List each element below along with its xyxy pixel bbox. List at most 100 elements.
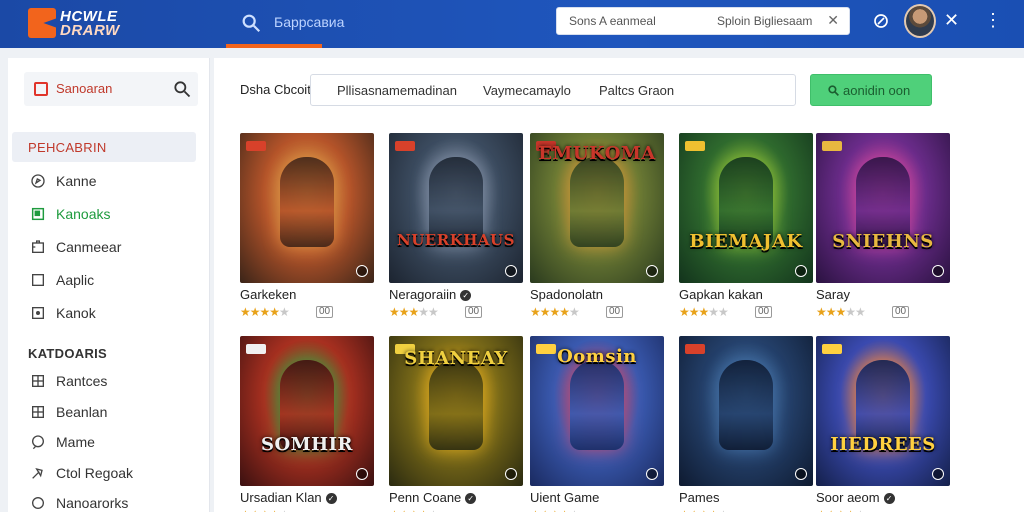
sidebar-item-4[interactable]: Aaplic [26,269,206,293]
filter-chip[interactable]: Pllisasnamemadinan [337,83,457,98]
sidebar-item-5[interactable]: Kanok [26,302,206,326]
game-thumbnail[interactable]: SOMHIR [240,336,374,486]
info-icon [932,265,944,277]
sidebar-category-label: Nanoarorks [56,495,129,511]
filter-chip[interactable]: Vaymecamaylo [483,83,571,98]
sidebar-item-3[interactable]: Canmeear [26,236,206,260]
star-rating: ★★★★★ [816,305,866,319]
game-thumbnail[interactable]: EMUKOMA [530,133,664,283]
search-icon[interactable] [240,12,262,34]
info-icon [646,468,658,480]
top-search-tab[interactable]: Баррсавиа [274,14,344,30]
search-button[interactable]: aonidin oon [810,74,932,106]
input-placeholder-left: Sons A eanmeal [569,14,656,28]
game-title-art: SHANEAY [404,348,508,369]
brand-tag-icon [246,344,266,354]
game-thumbnail[interactable]: SNIEHNS [816,133,950,283]
sidebar-category-label: Rantces [56,373,108,389]
game-name[interactable]: Spadonolatn [530,287,603,302]
game-name[interactable]: Soor aeom ✓ [816,490,895,505]
verified-icon: ✓ [460,290,472,301]
game-name-text: Soor aeom [816,490,880,505]
review-count: 00 [606,306,624,318]
filter-chip[interactable]: Paltcs Graon [599,83,674,98]
game-name[interactable]: Ursadian Klan ✓ [240,490,337,505]
game-name-text: Gapkan kakan [679,287,763,302]
app-logo[interactable]: HCWLE DRARW [28,6,140,40]
sidebar-item-2[interactable]: Kanoaks [26,203,206,227]
sidebar-category-2[interactable]: Beanlan [26,401,206,425]
sidebar-category-label: Beanlan [56,403,108,420]
star-rating: ★★★★★ [679,508,729,512]
star-rating: ★★★★★ [240,305,290,319]
game-name-text: Pames [679,490,720,505]
game-name[interactable]: Pames [679,490,719,505]
sidebar-section[interactable]: PEHCABRIN [12,132,196,162]
game-thumbnail[interactable] [679,336,813,486]
info-icon [356,265,368,277]
sidebar-section-label: PEHCABRIN [28,140,107,155]
game-name-text: Uient Game [530,490,600,505]
sidebar-category-3[interactable]: Mame [26,431,206,455]
search-icon[interactable] [172,79,192,99]
character-art [570,360,624,450]
grid-icon [30,404,46,420]
game-title-art: NUERKHAUS [397,231,515,249]
game-thumbnail[interactable]: NUERKHAUS [389,133,523,283]
game-title-art: Oomsin [557,346,637,367]
star-rating: ★★★★★ [816,508,866,512]
game-name[interactable]: Neragoraiin ✓ [389,287,472,302]
sidebar-search[interactable]: Sanoaran [24,72,198,106]
game-title-art: BIEMAJAK [689,231,803,252]
search-icon [828,85,839,96]
game-thumbnail[interactable]: SHANEAY [389,336,523,486]
sidebar-item-label: Canmeear [56,239,122,255]
sidebar-category-1[interactable]: Rantces [26,370,206,394]
sidebar-category-5[interactable]: Nanoarorks [26,492,206,512]
info-icon [932,468,944,480]
game-name[interactable]: Gapkan kakan [679,287,763,302]
brand-tag-icon [822,344,842,354]
avatar[interactable] [904,4,936,38]
sidebar-category-4[interactable]: Ctol Regoak [26,462,206,486]
sidebar-item-1[interactable]: Kanne [26,170,206,194]
circle-icon [30,495,46,511]
gear-icon[interactable] [872,12,890,30]
game-name[interactable]: Garkeken [240,287,296,302]
more-icon[interactable]: ⋮ [984,10,1002,31]
game-name-text: Penn Coane [389,490,462,505]
top-search-input[interactable]: Sons A eanmeal Sploin Bigliesaam ✕ [556,7,850,35]
review-count: 00 [892,306,910,318]
logo-line-2: DRARW [60,22,120,39]
game-thumbnail[interactable]: BIEMAJAK [679,133,813,283]
info-icon [795,265,807,277]
square-icon [30,206,46,222]
game-name[interactable]: Penn Coane ✓ [389,490,477,505]
info-icon [505,265,517,277]
game-name-text: Saray [816,287,850,302]
character-art [280,157,334,247]
main-content: Dsha Cbcoit Pllisasnamemadinan Vaymecama… [214,58,1024,512]
game-title-art: EMUKOMA [538,143,656,164]
star-rating: ★★★★★ [679,305,729,319]
close-icon[interactable]: ✕ [944,10,959,31]
clear-icon[interactable]: ✕ [827,12,839,29]
verified-icon: ✓ [325,493,337,504]
info-icon [646,265,658,277]
game-thumbnail[interactable] [240,133,374,283]
cursor-icon [30,465,46,481]
star-rating: ★★★★★ [389,305,439,319]
game-name[interactable]: Saray [816,287,850,302]
game-thumbnail[interactable]: IIEDREES [816,336,950,486]
character-art [429,360,483,450]
input-placeholder-right: Sploin Bigliesaam [717,14,813,28]
filter-bar[interactable]: Pllisasnamemadinan Vaymecamaylo Paltcs G… [310,74,796,106]
star-rating: ★★★★★ [240,508,290,512]
square-outline-icon [30,272,46,288]
compass-icon [30,173,46,189]
categories-heading: KATDOARIS [28,346,108,361]
game-name[interactable]: Uient Game [530,490,599,505]
game-thumbnail[interactable]: Oomsin [530,336,664,486]
game-name-text: Ursadian Klan [240,490,322,505]
game-name-text: Spadonolatn [530,287,604,302]
